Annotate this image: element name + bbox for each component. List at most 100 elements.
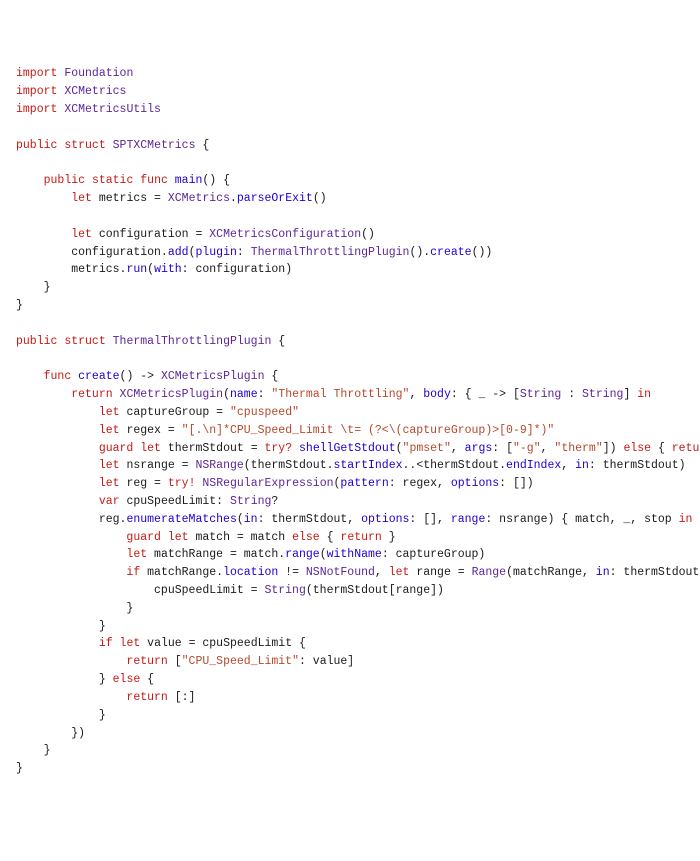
punct: { [651, 442, 672, 455]
punct: : [258, 388, 272, 401]
indent [16, 495, 99, 508]
member: startIndex [334, 459, 403, 472]
keyword: struct [64, 139, 105, 152]
punct: ( [396, 442, 403, 455]
keyword: return [71, 388, 112, 401]
keyword: if [99, 637, 113, 650]
arg-label: name [230, 388, 258, 401]
keyword: let [99, 459, 120, 472]
arg-label: options [451, 477, 499, 490]
punct: : regex, [389, 477, 451, 490]
indent [16, 744, 44, 757]
keyword: let [71, 228, 92, 241]
punct: : [ [492, 442, 513, 455]
indent [16, 192, 71, 205]
line: let nsrange = NSRange(thermStdout.startI… [16, 459, 686, 472]
punct: ] [623, 388, 637, 401]
ident: match = match [195, 531, 292, 544]
punct: [ [168, 655, 182, 668]
indent [16, 442, 99, 455]
punct: , [409, 388, 423, 401]
member: endIndex [506, 459, 561, 472]
punct: () -> [120, 370, 161, 383]
punct: : value] [299, 655, 354, 668]
line: let reg = try! NSRegularExpression(patte… [16, 477, 534, 490]
line: import Foundation [16, 67, 133, 80]
keyword: let [140, 442, 161, 455]
line: return XCMetricsPlugin(name: "Thermal Th… [16, 388, 651, 401]
line: if let value = cpuSpeedLimit { [16, 637, 306, 650]
ident: thermStdout = [168, 442, 265, 455]
ident: reg = [126, 477, 167, 490]
punct: } [16, 762, 23, 775]
line: metrics.run(with: configuration) [16, 263, 292, 276]
string: "-g" [513, 442, 541, 455]
member: location [223, 566, 278, 579]
indent [16, 691, 126, 704]
keyword: return [672, 442, 700, 455]
punct: () { [202, 174, 230, 187]
indent [16, 673, 99, 686]
keyword: let [71, 192, 92, 205]
string: "[.\n]*CPU_Speed_Limit \t= (?<\(captureG… [182, 424, 555, 437]
keyword: guard [99, 442, 134, 455]
keyword: if [126, 566, 140, 579]
keyword: import [16, 67, 57, 80]
punct: { [271, 335, 285, 348]
type: Range [472, 566, 507, 579]
indent [16, 281, 44, 294]
punct: } [99, 709, 106, 722]
punct: ( [320, 548, 327, 561]
punct: : thermStdout, [258, 513, 362, 526]
arg-label: args [465, 442, 493, 455]
punct: [:] [168, 691, 196, 704]
keyword: in [679, 513, 693, 526]
type: Foundation [64, 67, 133, 80]
arg-label: options [361, 513, 409, 526]
line: } else { [16, 673, 154, 686]
indent [16, 602, 126, 615]
line: } [16, 762, 23, 775]
punct: , [541, 442, 555, 455]
keyword: static [92, 174, 133, 187]
indent [16, 727, 71, 740]
punct: , [451, 442, 465, 455]
line: let regex = "[.\n]*CPU_Speed_Limit \t= (… [16, 424, 554, 437]
arg-label: in [575, 459, 589, 472]
line: func create() -> XCMetricsPlugin { [16, 370, 278, 383]
punct: (matchRange, [506, 566, 596, 579]
ident: configuration = [99, 228, 209, 241]
punct: ..<thermStdout. [403, 459, 507, 472]
ident: cpuSpeedLimit = [154, 584, 264, 597]
punct: : captureGroup) [382, 548, 486, 561]
arg-label: in [244, 513, 258, 526]
keyword: struct [64, 335, 105, 348]
line: } [16, 281, 51, 294]
type: ThermalThrottlingPlugin [251, 246, 410, 259]
arg-label: plugin [195, 246, 236, 259]
punct: : configuration) [182, 263, 292, 276]
keyword: try? [265, 442, 293, 455]
line: } [16, 602, 133, 615]
type: NSRange [195, 459, 243, 472]
indent [16, 459, 99, 472]
ident: regex = [126, 424, 181, 437]
indent [16, 548, 126, 561]
keyword: else [292, 531, 320, 544]
type: XCMetricsUtils [64, 103, 161, 116]
line: import XCMetrics [16, 85, 126, 98]
line: let matchRange = match.range(withName: c… [16, 548, 485, 561]
indent [16, 388, 71, 401]
type: XCMetricsPlugin [120, 388, 224, 401]
ident: != [278, 566, 306, 579]
punct: : nsrange) { match, _, stop [485, 513, 678, 526]
arg-label: pattern [340, 477, 388, 490]
ident: matchRange = match. [154, 548, 285, 561]
keyword: import [16, 103, 57, 116]
keyword: return [126, 655, 167, 668]
indent [16, 637, 99, 650]
keyword: let [168, 531, 189, 544]
keyword: let [99, 477, 120, 490]
keyword: import [16, 85, 57, 98]
indent [16, 406, 99, 419]
